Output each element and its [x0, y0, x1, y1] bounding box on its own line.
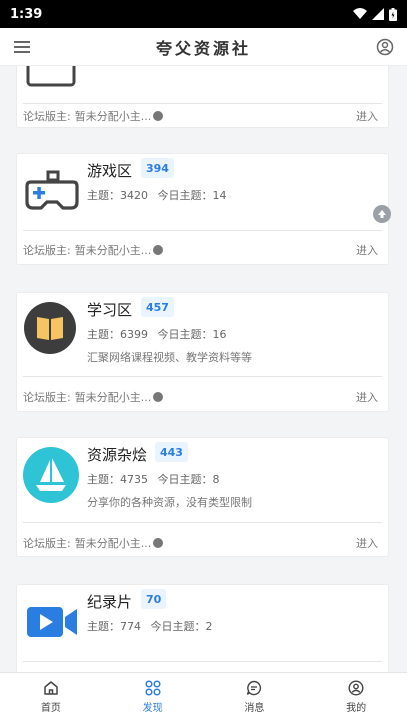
topic-count-badge: 457 [141, 297, 174, 317]
card-footer: 论坛版主: 暂未分配小主... 进入 [23, 240, 378, 260]
forum-card-documentary[interactable]: 纪录片 70 主题：774 今日主题：2 [16, 584, 389, 672]
nav-discover[interactable]: 发现 [102, 673, 204, 721]
battery-icon [389, 7, 397, 21]
wifi-icon [353, 8, 367, 19]
card-divider [23, 661, 382, 662]
status-time: 1:39 [10, 6, 43, 22]
moderator-value: 暂未分配小主... [74, 110, 152, 123]
sailboat-icon [23, 447, 79, 503]
card-divider [23, 230, 382, 231]
topic-count-badge: 70 [141, 589, 167, 609]
sad-face-icon [153, 111, 164, 121]
book-icon [24, 302, 76, 354]
enter-link[interactable]: 进入 [356, 535, 378, 551]
nav-home[interactable]: 首页 [0, 673, 102, 721]
nav-profile[interactable]: 我的 [305, 673, 407, 721]
forum-name[interactable]: 学习区 [87, 299, 132, 320]
today-topics-count: 今日主题：8 [157, 473, 220, 486]
sad-face-icon [153, 392, 164, 402]
video-camera-icon [27, 607, 77, 637]
card-footer: 论坛版主: 暂未分配小主... 进入 [23, 533, 378, 553]
topic-count-badge: 394 [141, 158, 174, 178]
app-header: 夸父资源社 [0, 28, 407, 66]
topics-count: 主题：3420 [87, 189, 148, 202]
forum-name[interactable]: 纪录片 [87, 591, 132, 612]
enter-link[interactable]: 进入 [356, 242, 378, 258]
topics-count: 主题：6399 [87, 328, 148, 341]
moderator-value: 暂未分配小主... [74, 391, 152, 404]
moderator-value: 暂未分配小主... [74, 244, 152, 257]
today-topics-count: 今日主题：16 [157, 328, 227, 341]
home-icon [44, 681, 58, 695]
nav-messages[interactable]: 消息 [204, 673, 306, 721]
calendar-icon [26, 66, 76, 87]
grid-icon [145, 680, 161, 696]
forum-list[interactable]: 论坛版主: 暂未分配小主... 进入 游戏区 394 主题：3420 今日主题：… [0, 66, 407, 672]
forum-name[interactable]: 游戏区 [87, 160, 132, 181]
topics-count: 主题：4735 [87, 473, 148, 486]
nav-label: 消息 [244, 703, 265, 714]
forum-description: 汇聚网络课程视频、教学资料等等 [87, 351, 252, 364]
message-icon [247, 680, 262, 696]
status-icons [353, 7, 397, 21]
forum-name[interactable]: 资源杂烩 [87, 444, 147, 465]
moderator-label: 论坛版主: [23, 537, 71, 550]
forum-stats: 主题：4735 今日主题：8 [87, 471, 226, 487]
gamepad-icon [25, 170, 79, 210]
card-divider [23, 376, 382, 377]
nav-label: 我的 [346, 703, 367, 714]
today-topics-count: 今日主题：14 [157, 189, 227, 202]
card-footer: 论坛版主: 暂未分配小主... 进入 [23, 387, 378, 407]
forum-card-resources[interactable]: 资源杂烩 443 主题：4735 今日主题：8 分享你的各种资源，没有类型限制 … [16, 437, 389, 557]
forum-stats: 主题：774 今日主题：2 [87, 618, 219, 634]
moderator-label: 论坛版主: [23, 244, 71, 257]
nav-label: 首页 [40, 703, 61, 714]
signal-icon [372, 8, 384, 20]
sad-face-icon [153, 538, 164, 548]
enter-link[interactable]: 进入 [356, 108, 378, 124]
topic-count-badge: 443 [155, 442, 188, 462]
status-bar: 1:39 [0, 0, 407, 28]
moderator-value: 暂未分配小主... [74, 537, 152, 550]
today-topics-count: 今日主题：2 [150, 620, 213, 633]
user-circle-icon[interactable] [375, 37, 395, 57]
menu-icon[interactable] [12, 37, 32, 57]
user-icon [348, 680, 364, 696]
enter-link[interactable]: 进入 [356, 389, 378, 405]
sad-face-icon [153, 245, 164, 255]
forum-card-games[interactable]: 游戏区 394 主题：3420 今日主题：14 论坛版主: 暂未分配小主... … [16, 153, 389, 265]
topics-count: 主题：774 [87, 620, 141, 633]
card-divider [23, 103, 382, 104]
forum-stats: 主题：3420 今日主题：14 [87, 187, 233, 203]
forum-card[interactable]: 论坛版主: 暂未分配小主... 进入 [16, 66, 389, 128]
card-divider [23, 522, 382, 523]
app-title: 夸父资源社 [155, 38, 251, 58]
forum-stats: 主题：6399 今日主题：16 [87, 326, 233, 342]
moderator-label: 论坛版主: [23, 110, 71, 123]
forum-card-study[interactable]: 学习区 457 主题：6399 今日主题：16 汇聚网络课程视频、教学资料等等 … [16, 292, 389, 412]
scroll-to-top-button[interactable] [373, 205, 391, 223]
nav-label: 发现 [142, 703, 163, 714]
bottom-nav: 首页 发现 消息 我的 [0, 672, 407, 721]
arrow-up-icon [378, 210, 386, 218]
moderator-label: 论坛版主: [23, 391, 71, 404]
card-footer: 论坛版主: 暂未分配小主... 进入 [23, 106, 378, 126]
forum-description: 分享你的各种资源，没有类型限制 [87, 496, 252, 509]
